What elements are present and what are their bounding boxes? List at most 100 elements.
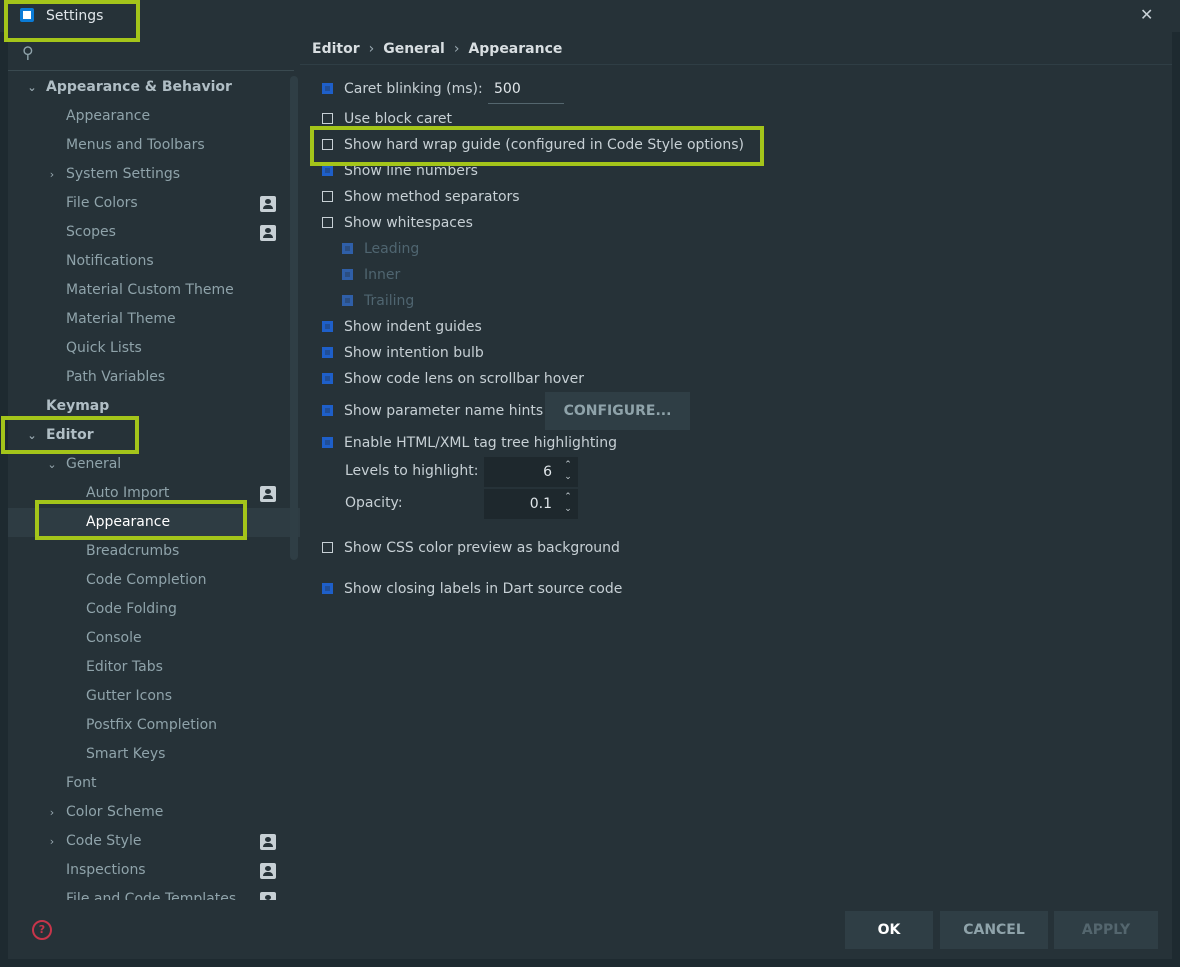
- breadcrumb-editor: Editor: [312, 41, 360, 57]
- sidebar-item-auto-import[interactable]: Auto Import: [8, 479, 300, 508]
- sidebar-item-label: Keymap: [46, 398, 110, 414]
- sidebar-item-code-style[interactable]: › Code Style: [8, 827, 300, 856]
- sidebar-item-system-settings[interactable]: › System Settings: [8, 160, 300, 189]
- levels-spinner[interactable]: 6 ⌃ ⌄: [484, 457, 578, 487]
- line-numbers-checkbox[interactable]: [322, 165, 333, 176]
- sidebar-item-label: Appearance: [86, 514, 171, 530]
- sidebar-item-postfix-completion[interactable]: Postfix Completion: [8, 711, 300, 740]
- sidebar-item-file-code-templates[interactable]: File and Code Templates: [8, 885, 300, 900]
- caret-blinking-input[interactable]: 500: [488, 74, 564, 104]
- line-numbers-label: Show line numbers: [344, 163, 478, 179]
- close-icon[interactable]: ✕: [1140, 5, 1153, 24]
- help-icon[interactable]: ?: [32, 920, 52, 940]
- sidebar-item-label: Menus and Toolbars: [66, 137, 205, 153]
- sidebar-item-quick-lists[interactable]: Quick Lists: [8, 334, 300, 363]
- sidebar-item-label: Appearance: [66, 108, 151, 124]
- window-frame-bottom: [0, 959, 1180, 967]
- search-input[interactable]: ⚲: [8, 38, 294, 71]
- sidebar-item-editor-appearance[interactable]: Appearance: [8, 508, 300, 537]
- code-lens-checkbox[interactable]: [322, 373, 333, 384]
- sidebar-item-label: Code Folding: [86, 601, 177, 617]
- leading-label: Leading: [364, 241, 420, 257]
- sidebar-item-material-custom-theme[interactable]: Material Custom Theme: [8, 276, 300, 305]
- chevron-down-icon[interactable]: ⌄: [26, 73, 38, 102]
- sidebar-item-label: Inspections: [66, 862, 146, 878]
- sidebar-item-code-folding[interactable]: Code Folding: [8, 595, 300, 624]
- trailing-checkbox: [342, 295, 353, 306]
- block-caret-checkbox[interactable]: [322, 113, 333, 124]
- sidebar-item-label: Breadcrumbs: [86, 543, 180, 559]
- spin-up-icon[interactable]: ⌃: [564, 492, 572, 502]
- sidebar-item-label: Smart Keys: [86, 746, 166, 762]
- sidebar-item-label: File and Code Templates: [66, 891, 237, 900]
- inner-label: Inner: [364, 267, 401, 283]
- sidebar-item-general[interactable]: ⌄ General: [8, 450, 300, 479]
- chevron-right-icon[interactable]: ›: [46, 827, 58, 856]
- sidebar-item-appearance[interactable]: Appearance: [8, 102, 300, 131]
- indent-guides-checkbox[interactable]: [322, 321, 333, 332]
- title-bar: Settings ✕: [0, 0, 1180, 32]
- indent-guides-label: Show indent guides: [344, 319, 482, 335]
- sidebar-item-gutter-icons[interactable]: Gutter Icons: [8, 682, 300, 711]
- sidebar-item-label: Console: [86, 630, 142, 646]
- sidebar-item-smart-keys[interactable]: Smart Keys: [8, 740, 300, 769]
- sidebar-item-label: Font: [66, 775, 97, 791]
- spinner-arrows-icon[interactable]: ⌃ ⌄: [562, 459, 574, 483]
- trailing-label: Trailing: [364, 293, 415, 309]
- sidebar-item-code-completion[interactable]: Code Completion: [8, 566, 300, 595]
- intention-bulb-checkbox[interactable]: [322, 347, 333, 358]
- project-level-icon: [260, 863, 276, 879]
- window-frame-right: [1172, 32, 1180, 967]
- sidebar-item-keymap[interactable]: Keymap: [8, 392, 300, 421]
- sidebar-item-notifications[interactable]: Notifications: [8, 247, 300, 276]
- sidebar-item-editor-tabs[interactable]: Editor Tabs: [8, 653, 300, 682]
- project-level-icon: [260, 486, 276, 502]
- param-hints-label: Show parameter name hints: [344, 403, 544, 419]
- chevron-right-icon[interactable]: ›: [46, 798, 58, 827]
- settings-content: Editor › General › Appearance Caret blinking…: [300, 32, 1172, 900]
- whitespaces-checkbox[interactable]: [322, 217, 333, 228]
- sidebar-item-menus-toolbars[interactable]: Menus and Toolbars: [8, 131, 300, 160]
- tag-tree-checkbox[interactable]: [322, 437, 333, 448]
- opacity-label: Opacity:: [345, 495, 403, 511]
- chevron-down-icon[interactable]: ⌄: [46, 450, 58, 479]
- chevron-right-icon[interactable]: ›: [46, 160, 58, 189]
- spin-up-icon[interactable]: ⌃: [564, 460, 572, 470]
- param-hints-checkbox[interactable]: [322, 405, 333, 416]
- sidebar-item-label: Path Variables: [66, 369, 166, 385]
- sidebar-item-material-theme[interactable]: Material Theme: [8, 305, 300, 334]
- opacity-spinner[interactable]: 0.1 ⌃ ⌄: [484, 489, 578, 519]
- sidebar-item-font[interactable]: Font: [8, 769, 300, 798]
- sidebar-item-scopes[interactable]: Scopes: [8, 218, 300, 247]
- dart-labels-checkbox[interactable]: [322, 583, 333, 594]
- sidebar-item-file-colors[interactable]: File Colors: [8, 189, 300, 218]
- sidebar-item-label: Quick Lists: [66, 340, 142, 356]
- chevron-down-icon[interactable]: ⌄: [26, 421, 38, 450]
- sidebar-item-breadcrumbs[interactable]: Breadcrumbs: [8, 537, 300, 566]
- window-frame-left: [0, 32, 8, 967]
- dialog-footer: ? OK CANCEL APPLY: [8, 900, 1172, 959]
- cancel-button[interactable]: CANCEL: [940, 911, 1048, 949]
- spin-down-icon[interactable]: ⌄: [564, 504, 572, 514]
- sidebar-item-label: Postfix Completion: [86, 717, 218, 733]
- sidebar-item-editor[interactable]: ⌄ Editor: [8, 421, 300, 450]
- css-preview-checkbox[interactable]: [322, 542, 333, 553]
- hard-wrap-checkbox[interactable]: [322, 139, 333, 150]
- sidebar-item-inspections[interactable]: Inspections: [8, 856, 300, 885]
- sidebar-item-color-scheme[interactable]: › Color Scheme: [8, 798, 300, 827]
- configure-button[interactable]: CONFIGURE...: [545, 392, 690, 430]
- ok-button[interactable]: OK: [845, 911, 933, 949]
- caret-blinking-checkbox[interactable]: [322, 83, 333, 94]
- sidebar-item-path-variables[interactable]: Path Variables: [8, 363, 300, 392]
- sidebar-item-appearance-behavior[interactable]: ⌄ Appearance & Behavior: [8, 73, 300, 102]
- sidebar-item-console[interactable]: Console: [8, 624, 300, 653]
- apply-button[interactable]: APPLY: [1054, 911, 1158, 949]
- sidebar-item-label: System Settings: [66, 166, 181, 182]
- leading-checkbox: [342, 243, 353, 254]
- project-level-icon: [260, 834, 276, 850]
- method-separators-checkbox[interactable]: [322, 191, 333, 202]
- spinner-arrows-icon[interactable]: ⌃ ⌄: [562, 491, 574, 515]
- levels-label: Levels to highlight:: [345, 463, 479, 479]
- sidebar-scrollbar[interactable]: [290, 76, 298, 560]
- spin-down-icon[interactable]: ⌄: [564, 472, 572, 482]
